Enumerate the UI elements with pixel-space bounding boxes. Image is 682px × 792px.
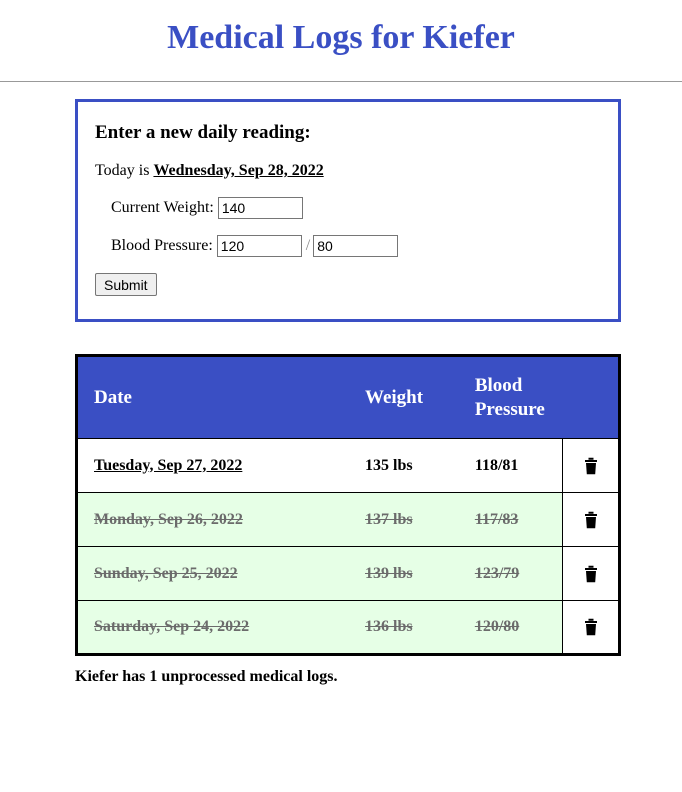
bp-separator: / bbox=[305, 237, 311, 254]
row-date: Sunday, Sep 25, 2022 bbox=[94, 564, 238, 582]
trash-icon[interactable] bbox=[584, 565, 598, 583]
form-heading: Enter a new daily reading: bbox=[95, 122, 311, 143]
row-bp-cell: 117/83 bbox=[458, 492, 563, 547]
submit-button[interactable]: Submit bbox=[95, 273, 157, 296]
today-line: Today is Wednesday, Sep 28, 2022 bbox=[95, 161, 601, 181]
row-bp-cell: 120/80 bbox=[458, 600, 563, 655]
row-weight: 135 lbs bbox=[365, 456, 413, 474]
delete-button[interactable] bbox=[562, 546, 620, 601]
trash-icon[interactable] bbox=[584, 457, 598, 475]
diastolic-input[interactable] bbox=[313, 235, 399, 257]
row-bp-cell: 118/81 bbox=[458, 438, 563, 493]
delete-button[interactable] bbox=[562, 492, 620, 547]
row-date: Monday, Sep 26, 2022 bbox=[94, 510, 243, 528]
row-weight-cell: 135 lbs bbox=[349, 438, 459, 493]
table-row: Tuesday, Sep 27, 2022 135 lbs 118/81 bbox=[76, 438, 620, 493]
row-weight-cell: 139 lbs bbox=[349, 546, 459, 601]
row-date-cell: Sunday, Sep 25, 2022 bbox=[76, 546, 350, 601]
row-blood-pressure: 118/81 bbox=[474, 456, 519, 474]
row-date: Saturday, Sep 24, 2022 bbox=[94, 618, 250, 635]
weight-label: Current Weight: bbox=[111, 199, 214, 216]
column-header-actions bbox=[562, 355, 620, 439]
row-bp-cell: 123/79 bbox=[458, 546, 563, 601]
column-header-date: Date bbox=[76, 355, 350, 439]
table-row: Monday, Sep 26, 2022 137 lbs 117/83 bbox=[76, 492, 620, 547]
row-weight: 136 lbs bbox=[365, 618, 413, 635]
new-reading-form: Enter a new daily reading: Today is Wedn… bbox=[75, 99, 621, 322]
trash-icon[interactable] bbox=[584, 618, 598, 636]
page-title: Medical Logs for Kiefer bbox=[167, 19, 515, 56]
row-date-cell: Monday, Sep 26, 2022 bbox=[76, 492, 350, 547]
weight-row: Current Weight: bbox=[95, 197, 601, 219]
row-blood-pressure: 123/79 bbox=[474, 564, 520, 582]
row-date: Tuesday, Sep 27, 2022 bbox=[94, 456, 243, 474]
row-date-cell: Tuesday, Sep 27, 2022 bbox=[76, 438, 350, 493]
medical-logs-table: Date Weight Blood Pressure Tuesday, Sep … bbox=[75, 354, 621, 656]
row-weight: 139 lbs bbox=[365, 564, 413, 582]
table-row: Sunday, Sep 25, 2022 139 lbs 123/79 bbox=[76, 546, 620, 601]
page-header: Medical Logs for Kiefer bbox=[0, 0, 682, 82]
row-blood-pressure: 120/80 bbox=[474, 618, 520, 635]
row-blood-pressure: 117/83 bbox=[474, 510, 519, 528]
blood-pressure-row: Blood Pressure: / bbox=[95, 235, 601, 257]
row-weight-cell: 136 lbs bbox=[349, 600, 459, 655]
weight-input[interactable] bbox=[217, 197, 303, 219]
row-weight: 137 lbs bbox=[365, 510, 413, 528]
delete-button[interactable] bbox=[562, 438, 620, 493]
trash-icon[interactable] bbox=[584, 511, 598, 529]
row-date-cell: Saturday, Sep 24, 2022 bbox=[76, 600, 350, 655]
unprocessed-summary: Kiefer has 1 unprocessed medical logs. bbox=[75, 668, 338, 685]
today-prefix: Today is bbox=[95, 162, 150, 179]
table-header-row: Date Weight Blood Pressure bbox=[76, 355, 620, 439]
table-row: Saturday, Sep 24, 2022 136 lbs 120/80 bbox=[76, 600, 620, 655]
blood-pressure-label: Blood Pressure: bbox=[111, 237, 213, 254]
row-weight-cell: 137 lbs bbox=[349, 492, 459, 547]
column-header-blood-pressure: Blood Pressure bbox=[458, 355, 563, 439]
delete-button[interactable] bbox=[562, 600, 620, 655]
today-date: Wednesday, Sep 28, 2022 bbox=[153, 162, 324, 179]
column-header-weight: Weight bbox=[349, 355, 459, 439]
systolic-input[interactable] bbox=[216, 235, 302, 257]
